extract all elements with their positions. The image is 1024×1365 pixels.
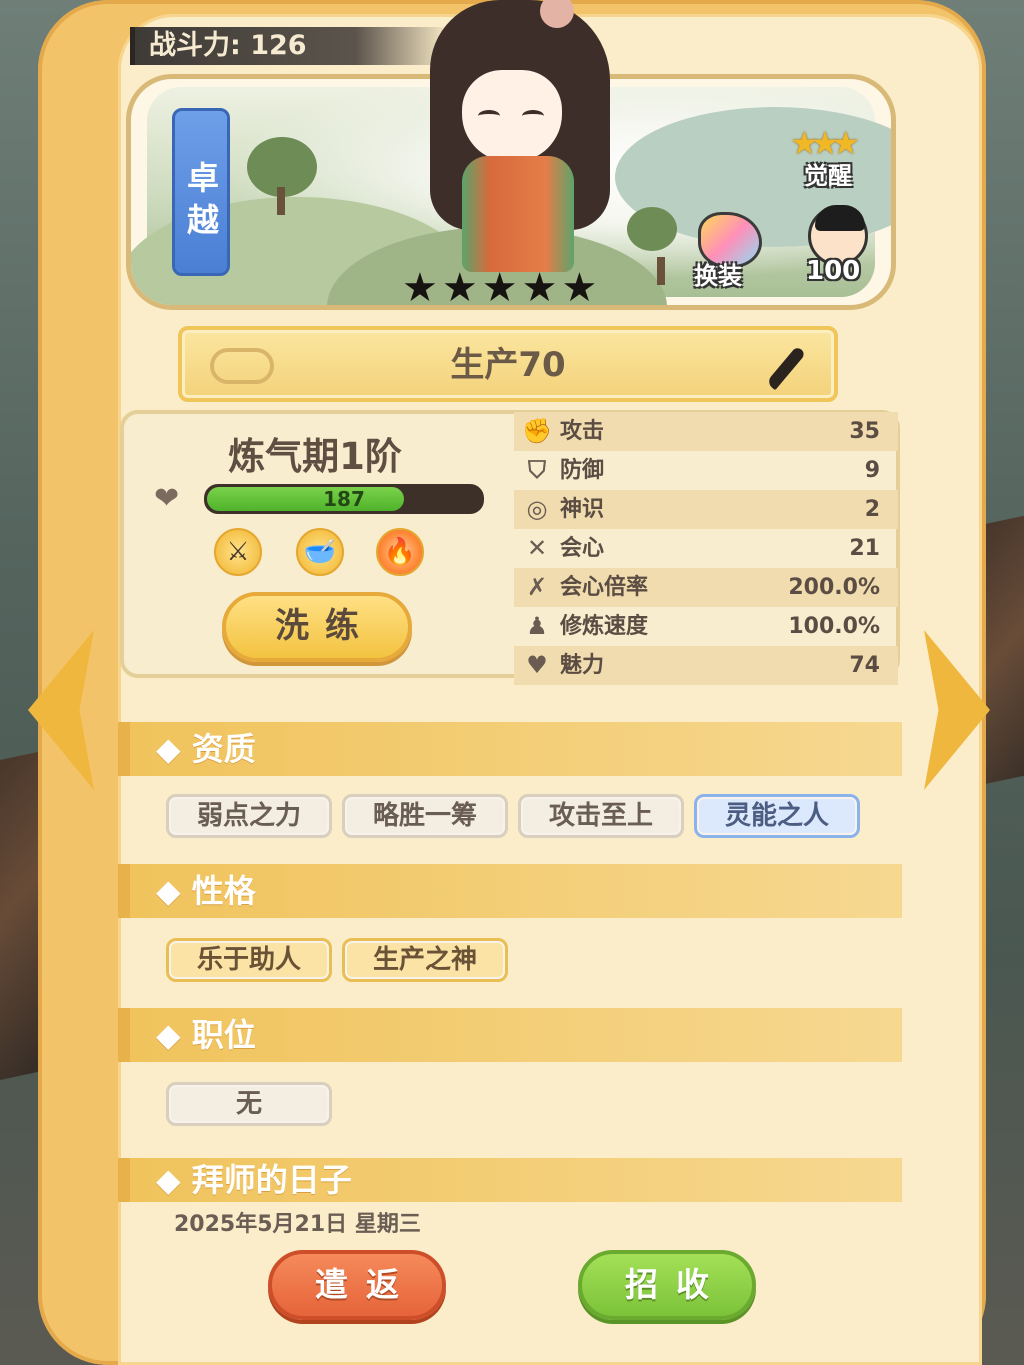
character-eye xyxy=(522,110,544,122)
section-title: ◆ 性格 xyxy=(156,872,256,910)
stat-row-charm: ♥ 魅力 74 xyxy=(514,646,898,685)
health-bar: 187 xyxy=(204,484,484,514)
awaken-label: 觉醒 xyxy=(804,162,852,190)
personality-chip[interactable]: 乐于助人 xyxy=(166,938,333,982)
rank-tag: 卓越 xyxy=(172,108,230,276)
stat-row-cultivation-speed: ♟ 修炼速度 100.0% xyxy=(514,607,898,646)
change-costume-button[interactable]: 换装 xyxy=(688,212,778,292)
disciple-character[interactable] xyxy=(430,0,610,280)
stat-value: 21 xyxy=(849,536,880,561)
costume-label: 换装 xyxy=(694,262,742,290)
sword-icon[interactable]: ⚔ xyxy=(214,528,262,576)
stat-value: 35 xyxy=(849,419,880,444)
character-face xyxy=(462,70,562,162)
aptitude-chips: 弱点之力 略胜一筹 攻击至上 灵能之人 xyxy=(166,794,861,838)
aptitude-section-header: ◆ 资质 xyxy=(118,722,902,776)
combat-power-bar: 战斗力: 126 xyxy=(130,27,450,65)
stat-value: 2 xyxy=(864,497,880,522)
stat-name: 修炼速度 xyxy=(560,614,649,639)
tree xyxy=(627,207,677,285)
meditate-icon: ♟ xyxy=(526,612,548,640)
avatar-count: 100 xyxy=(806,256,861,286)
refine-button[interactable]: 洗练 xyxy=(222,592,412,662)
apprentice-date: 2025年5月21日 星期三 xyxy=(174,1212,421,1237)
trait-chip[interactable]: 攻击至上 xyxy=(518,794,685,838)
character-robe xyxy=(462,156,574,272)
cultivation-realm: 炼气期1阶 xyxy=(228,435,402,478)
stat-name: 会心倍率 xyxy=(560,575,649,600)
stat-name: 神识 xyxy=(560,497,605,522)
attribute-table: ✊ 攻击 35 ⛉ 防御 9 ◎ 神识 2 ✕ 会心 21 ✗ 会心倍率 200… xyxy=(514,412,898,685)
star-icon: ★ xyxy=(402,265,438,311)
position-chips: 无 xyxy=(166,1082,332,1126)
trait-chip[interactable]: 略胜一筹 xyxy=(342,794,509,838)
stat-value: 100.0% xyxy=(788,614,880,639)
stat-row-attack: ✊ 攻击 35 xyxy=(514,412,898,451)
health-heart-icon: ❤ xyxy=(154,481,180,516)
stat-name: 会心 xyxy=(560,536,605,561)
bowl-icon[interactable]: 🥣 xyxy=(296,528,344,576)
combat-power-value: 126 xyxy=(250,30,307,61)
production-text: 生产70 xyxy=(450,345,566,385)
personality-section-header: ◆ 性格 xyxy=(118,864,902,918)
stat-name: 防御 xyxy=(560,458,605,483)
spirit-icon: ◎ xyxy=(526,495,548,523)
character-eye xyxy=(478,110,500,122)
stat-value: 200.0% xyxy=(788,575,880,600)
stat-row-defense: ⛉ 防御 9 xyxy=(514,451,898,490)
shield-icon: ⛉ xyxy=(528,456,546,484)
stat-row-spirit: ◎ 神识 2 xyxy=(514,490,898,529)
recruit-button[interactable]: 招收 xyxy=(578,1250,756,1320)
tree xyxy=(247,137,317,215)
cross-swords-icon: ✕ xyxy=(526,534,548,562)
crit-rate-icon: ✗ xyxy=(526,573,548,601)
section-title: ◆ 拜师的日子 xyxy=(156,1161,352,1199)
position-chip[interactable]: 无 xyxy=(166,1082,332,1126)
trait-chip[interactable]: 灵能之人 xyxy=(694,794,861,838)
position-section-header: ◆ 职位 xyxy=(118,1008,902,1062)
dismiss-button[interactable]: 遣返 xyxy=(268,1250,446,1320)
section-title: ◆ 资质 xyxy=(156,730,256,768)
stat-name: 攻击 xyxy=(560,419,605,444)
stat-row-crit: ✕ 会心 21 xyxy=(514,529,898,568)
star-icon: ★ xyxy=(481,265,518,311)
fist-icon: ✊ xyxy=(522,417,552,445)
personality-chip[interactable]: 生产之神 xyxy=(342,938,509,982)
combat-power-label: 战斗力: xyxy=(149,30,241,61)
stat-value: 9 xyxy=(864,458,880,483)
production-banner: 生产70 xyxy=(178,326,838,402)
stat-name: 魅力 xyxy=(560,653,605,678)
avatar-button[interactable]: 100 xyxy=(800,205,880,296)
star-icon: ★ xyxy=(521,265,558,311)
star-icon: ★ xyxy=(441,265,478,311)
heart-icon: ♥ xyxy=(526,651,548,679)
health-value: 187 xyxy=(323,487,365,511)
section-title: ◆ 职位 xyxy=(156,1016,256,1054)
apprentice-date-section-header: ◆ 拜师的日子 xyxy=(118,1158,902,1202)
fire-icon[interactable]: 🔥 xyxy=(376,528,424,576)
star-icon: ★ xyxy=(561,265,598,311)
trait-chip[interactable]: 弱点之力 xyxy=(166,794,333,838)
stat-row-crit-rate: ✗ 会心倍率 200.0% xyxy=(514,568,898,607)
personality-chips: 乐于助人 生产之神 xyxy=(166,938,509,982)
stat-value: 74 xyxy=(849,653,880,678)
awaken-button[interactable]: ★★★ 觉醒 xyxy=(790,124,880,190)
star-rating: ★ ★ ★ ★ ★ xyxy=(402,268,597,308)
